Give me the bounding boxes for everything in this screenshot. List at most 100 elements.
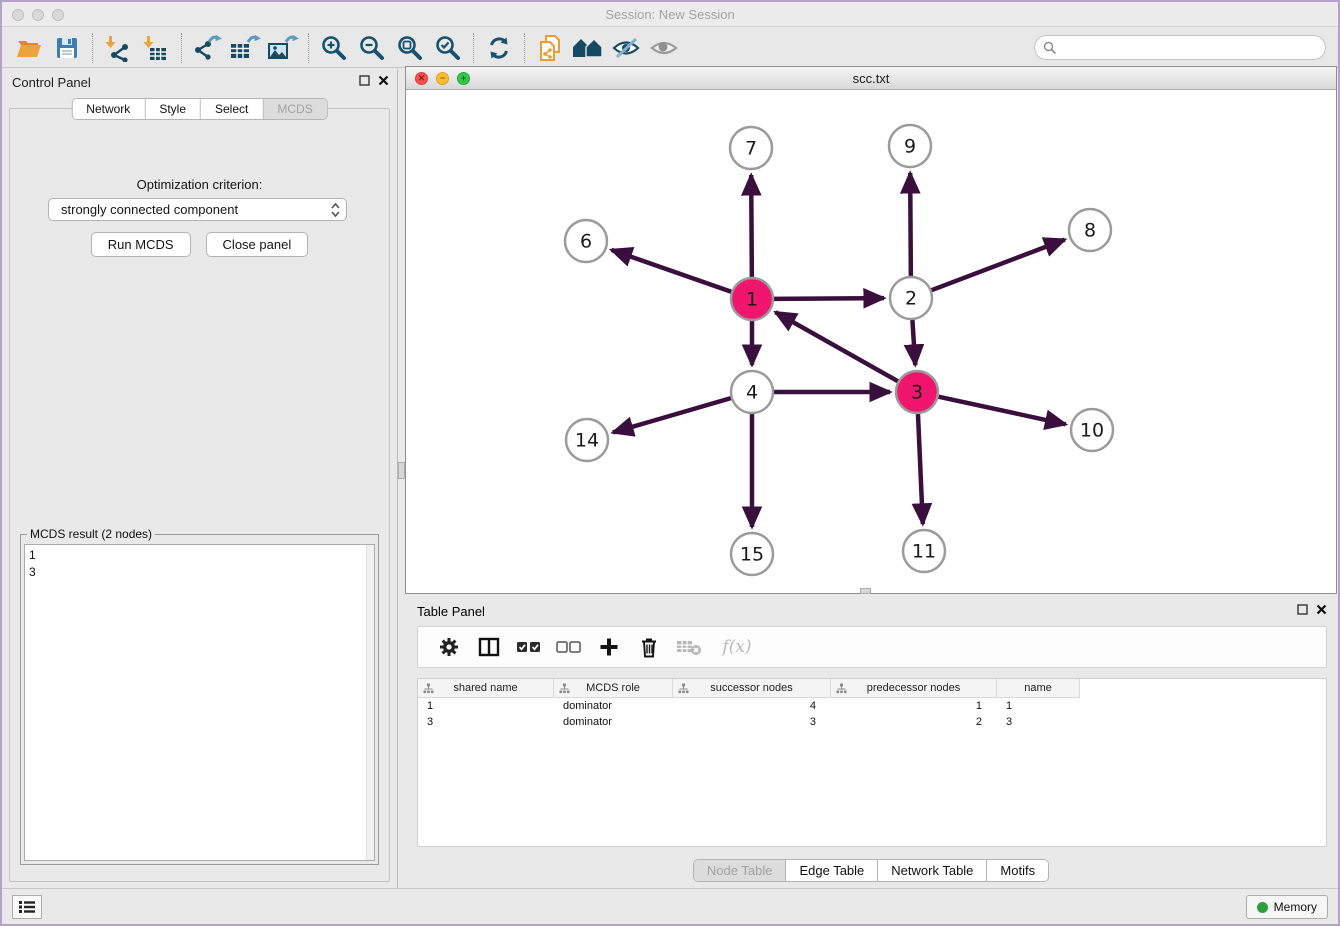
- splitpane-grip-horizontal[interactable]: [860, 588, 871, 594]
- col-header-name[interactable]: name: [997, 679, 1080, 698]
- show-details-button[interactable]: [645, 32, 683, 64]
- memory-button[interactable]: Memory: [1246, 895, 1328, 919]
- show-columns-button[interactable]: [476, 634, 502, 660]
- create-column-button[interactable]: [596, 634, 622, 660]
- export-table-button[interactable]: [226, 32, 264, 64]
- float-panel-icon[interactable]: [359, 75, 370, 86]
- neighbors-button[interactable]: [569, 32, 607, 64]
- zoom-fit-button[interactable]: [391, 32, 429, 64]
- node-label-11: 11: [912, 541, 936, 563]
- edge-1-2[interactable]: [774, 298, 884, 299]
- delete-columns-button[interactable]: [636, 634, 662, 660]
- import-network-icon: [104, 34, 132, 62]
- close-panel-button[interactable]: Close panel: [206, 232, 309, 257]
- attribute-type-icon: [678, 683, 689, 694]
- mcds-panel: Optimization criterion: strongly connect…: [9, 108, 390, 882]
- node-label-1: 1: [746, 289, 758, 311]
- import-network-button[interactable]: [99, 32, 137, 64]
- tab-motifs[interactable]: Motifs: [987, 860, 1048, 881]
- table-row[interactable]: 3 dominator 3 2 3: [418, 714, 1326, 730]
- save-floppy-icon: [55, 36, 79, 60]
- tab-style[interactable]: Style: [145, 99, 201, 119]
- node-table[interactable]: shared name MCDS role: [417, 678, 1327, 847]
- edge-1-6[interactable]: [611, 250, 731, 292]
- delete-table-button[interactable]: [676, 634, 702, 660]
- import-table-button[interactable]: [137, 32, 175, 64]
- edge-2-3[interactable]: [912, 320, 915, 365]
- node-label-9: 9: [904, 136, 916, 158]
- clone-network-icon: [536, 33, 564, 63]
- result-scrollbar[interactable]: [366, 545, 374, 860]
- cytoscape-window: Session: New Session: [0, 0, 1340, 926]
- edge-3-11[interactable]: [918, 414, 923, 524]
- node-label-8: 8: [1084, 220, 1096, 242]
- col-header-successor-nodes[interactable]: successor nodes: [673, 679, 831, 698]
- tab-node-table[interactable]: Node Table: [694, 860, 787, 881]
- zoom-out-button[interactable]: [353, 32, 391, 64]
- attribute-type-icon: [559, 683, 570, 694]
- export-image-icon: [267, 34, 299, 62]
- clone-network-button[interactable]: [531, 32, 569, 64]
- tab-select[interactable]: Select: [201, 99, 263, 119]
- criterion-dropdown-value: strongly connected component: [61, 202, 238, 217]
- float-table-panel-icon[interactable]: [1297, 604, 1308, 615]
- close-panel-icon[interactable]: [378, 75, 389, 86]
- cell-predecessor-nodes: 1: [831, 698, 997, 714]
- mcds-result-text[interactable]: 1 3: [24, 544, 375, 861]
- edge-4-14[interactable]: [613, 398, 731, 432]
- table-settings-button[interactable]: [436, 634, 462, 660]
- edge-2-9[interactable]: [910, 173, 911, 276]
- close-table-panel-icon[interactable]: [1316, 604, 1327, 615]
- tab-network[interactable]: Network: [72, 99, 145, 119]
- search-input[interactable]: [1057, 41, 1325, 55]
- optimization-criterion-label: Optimization criterion:: [10, 177, 389, 192]
- network-graph[interactable]: 1234678910111415: [406, 90, 1336, 593]
- hide-eye-icon: [611, 35, 641, 61]
- splitpane-grip-vertical[interactable]: [398, 462, 405, 479]
- hide-details-button[interactable]: [607, 32, 645, 64]
- edge-3-1[interactable]: [776, 312, 898, 381]
- export-network-button[interactable]: [188, 32, 226, 64]
- zoom-in-button[interactable]: [315, 32, 353, 64]
- unchecked-boxes-icon: [556, 640, 582, 654]
- network-frame-titlebar[interactable]: ✕ − + scc.txt: [406, 67, 1336, 90]
- open-session-button[interactable]: [10, 32, 48, 64]
- deselect-all-button[interactable]: [556, 634, 582, 660]
- table-tabs: Node Table Edge Table Network Table Moti…: [405, 859, 1337, 882]
- zoom-selected-button[interactable]: [429, 32, 467, 64]
- zoom-in-icon: [320, 34, 348, 62]
- apply-layout-button[interactable]: [480, 32, 518, 64]
- run-mcds-button[interactable]: Run MCDS: [91, 232, 191, 257]
- search-box[interactable]: [1034, 35, 1326, 60]
- table-toolbar: f(x): [417, 626, 1327, 668]
- col-header-mcds-role[interactable]: MCDS role: [554, 679, 673, 698]
- col-header-predecessor-nodes[interactable]: predecessor nodes: [831, 679, 997, 698]
- cell-mcds-role: dominator: [554, 714, 673, 730]
- select-all-button[interactable]: [516, 634, 542, 660]
- save-session-button[interactable]: [48, 32, 86, 64]
- tab-mcds[interactable]: MCDS: [263, 99, 326, 119]
- criterion-dropdown[interactable]: strongly connected component: [48, 198, 347, 221]
- tab-network-table[interactable]: Network Table: [878, 860, 987, 881]
- cell-predecessor-nodes: 2: [831, 714, 997, 730]
- export-table-icon: [229, 34, 261, 62]
- tab-edge-table[interactable]: Edge Table: [786, 860, 878, 881]
- edge-1-7[interactable]: [751, 175, 752, 277]
- gear-icon: [438, 636, 460, 658]
- toolbar-separator: [181, 33, 182, 63]
- titlebar: Session: New Session: [2, 2, 1338, 27]
- node-label-7: 7: [745, 138, 757, 160]
- edge-2-8[interactable]: [932, 240, 1065, 291]
- toolbar-separator: [524, 33, 525, 63]
- table-row[interactable]: 1 dominator 4 1 1: [418, 698, 1326, 714]
- network-canvas[interactable]: 1234678910111415: [406, 90, 1336, 593]
- function-builder-button[interactable]: f(x): [716, 634, 758, 660]
- node-label-3: 3: [911, 382, 923, 404]
- edge-3-10[interactable]: [938, 397, 1065, 425]
- control-panel: Control Panel Network Style Select MCDS …: [2, 69, 398, 888]
- export-image-button[interactable]: [264, 32, 302, 64]
- console-button[interactable]: [12, 895, 42, 919]
- zoom-out-icon: [358, 34, 386, 62]
- node-label-10: 10: [1080, 420, 1104, 442]
- col-header-shared-name[interactable]: shared name: [418, 679, 554, 698]
